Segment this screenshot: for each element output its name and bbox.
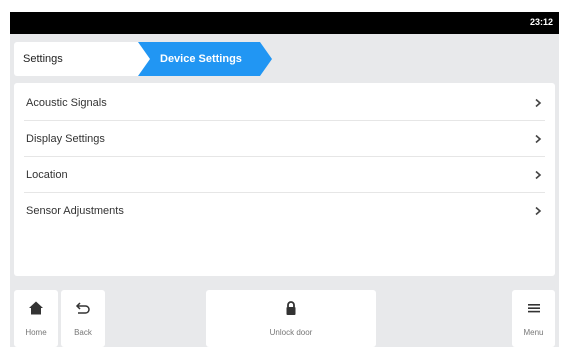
clock: 23:12 <box>529 17 553 27</box>
list-item-label: Acoustic Signals <box>26 97 107 109</box>
list-item-label: Display Settings <box>26 133 105 145</box>
home-label: Home <box>25 328 47 337</box>
chevron-right-icon <box>535 134 542 144</box>
menu-button[interactable]: Menu <box>512 290 555 347</box>
breadcrumb-settings-label: Settings <box>23 53 63 65</box>
unlock-door-label: Unlock door <box>269 328 313 337</box>
home-button[interactable]: Home <box>14 290 58 347</box>
list-item-acoustic-signals[interactable]: Acoustic Signals <box>14 85 555 121</box>
back-label: Back <box>74 328 92 337</box>
breadcrumb-settings[interactable]: Settings <box>14 42 152 76</box>
device-screen: 23:12 Settings Device Settings Acoustic … <box>10 12 559 347</box>
unlock-door-button[interactable]: Unlock door <box>206 290 376 347</box>
menu-label: Menu <box>523 328 544 337</box>
status-bar: 23:12 <box>10 12 559 34</box>
settings-list: Acoustic Signals Display Settings Locati… <box>14 83 555 276</box>
breadcrumb-device-settings-label: Device Settings <box>160 53 242 65</box>
back-arrow-icon <box>75 302 90 314</box>
chevron-right-icon <box>535 170 542 180</box>
chevron-right-icon <box>535 206 542 216</box>
lock-icon <box>286 301 296 315</box>
home-icon <box>29 301 43 315</box>
breadcrumb-device-settings[interactable]: Device Settings <box>138 42 272 76</box>
hamburger-menu-icon <box>527 304 540 313</box>
chevron-right-icon <box>535 98 542 108</box>
list-item-display-settings[interactable]: Display Settings <box>14 121 555 157</box>
list-item-sensor-adjustments[interactable]: Sensor Adjustments <box>14 193 555 229</box>
list-item-location[interactable]: Location <box>14 157 555 193</box>
breadcrumb: Settings Device Settings <box>14 42 434 76</box>
list-item-label: Sensor Adjustments <box>26 205 124 217</box>
list-item-label: Location <box>26 169 68 181</box>
back-button[interactable]: Back <box>61 290 105 347</box>
